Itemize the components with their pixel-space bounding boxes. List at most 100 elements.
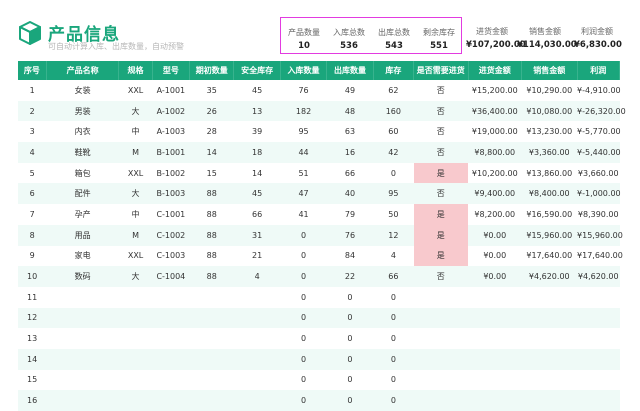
stock-cell[interactable]: 62 bbox=[373, 80, 413, 101]
profit-cell[interactable]: ¥-1,000.00 bbox=[577, 183, 621, 205]
purchase-amount-cell[interactable]: ¥10,200.00 bbox=[468, 163, 521, 184]
profit-cell[interactable]: ¥3,660.00 bbox=[577, 163, 619, 184]
need-restock-cell[interactable]: 否 bbox=[414, 80, 468, 101]
index-cell[interactable]: 11 bbox=[18, 287, 46, 308]
model-cell[interactable] bbox=[152, 370, 189, 391]
out-qty-cell[interactable]: 63 bbox=[327, 121, 373, 142]
initial-qty-cell[interactable]: 26 bbox=[189, 100, 234, 122]
index-cell[interactable]: 14 bbox=[18, 348, 47, 370]
in-qty-cell[interactable]: 0 bbox=[280, 266, 327, 287]
stock-cell[interactable]: 0 bbox=[373, 328, 413, 349]
sales-amount-cell[interactable]: ¥15,960.00 bbox=[521, 224, 578, 246]
stock-cell[interactable]: 0 bbox=[373, 348, 414, 370]
sales-amount-cell[interactable] bbox=[521, 348, 578, 370]
table-row[interactable]: 9 家电 XXL C-1003 88 21 0 84 4 是 ¥0.00 ¥17,640.00 ¥17,… bbox=[18, 245, 623, 267]
spec-cell[interactable]: M bbox=[118, 224, 153, 246]
out-qty-cell[interactable]: 84 bbox=[327, 246, 373, 267]
out-qty-cell[interactable]: 66 bbox=[327, 163, 373, 184]
need-restock-cell[interactable]: 是 bbox=[413, 162, 469, 184]
in-qty-cell[interactable]: 0 bbox=[280, 246, 326, 267]
need-restock-cell[interactable]: 是 bbox=[413, 245, 469, 267]
index-cell[interactable]: 6 bbox=[18, 183, 47, 205]
initial-qty-cell[interactable]: 88 bbox=[190, 204, 234, 225]
in-qty-cell[interactable]: 76 bbox=[280, 80, 326, 101]
initial-qty-cell[interactable] bbox=[190, 370, 234, 391]
profit-cell[interactable]: ¥8,390.00 bbox=[577, 204, 619, 225]
spec-cell[interactable]: 大 bbox=[118, 100, 153, 122]
initial-qty-cell[interactable] bbox=[190, 287, 234, 308]
product-name-cell[interactable]: 箱包 bbox=[46, 163, 119, 184]
need-restock-cell[interactable]: 否 bbox=[413, 183, 469, 205]
index-cell[interactable]: 2 bbox=[18, 100, 47, 122]
table-row[interactable]: 3 内衣中 A-1003 28 39 95 63 60 否 ¥19,000.00 ¥13,230.0… bbox=[18, 121, 621, 142]
col-out-qty-header[interactable]: 出库数量 bbox=[326, 61, 374, 80]
index-cell[interactable]: 12 bbox=[18, 307, 47, 329]
safety-stock-cell[interactable]: 13 bbox=[233, 100, 281, 122]
need-restock-cell[interactable]: 否 bbox=[414, 121, 468, 142]
model-cell[interactable]: B-1003 bbox=[152, 183, 190, 205]
profit-cell[interactable] bbox=[577, 328, 619, 349]
model-cell[interactable]: C-1001 bbox=[152, 204, 189, 225]
table-row[interactable]: 4 鞋靴 M B-1001 14 18 44 16 42 否 ¥8,800.00 ¥3,360.00 ¥… bbox=[18, 142, 621, 163]
purchase-amount-cell[interactable]: ¥0.00 bbox=[468, 266, 522, 287]
table-row[interactable]: 15 0 0 0 bbox=[18, 370, 620, 391]
model-cell[interactable]: C-1003 bbox=[152, 246, 189, 267]
model-cell[interactable]: A-1003 bbox=[152, 121, 189, 142]
purchase-amount-cell[interactable] bbox=[468, 307, 522, 329]
sales-amount-cell[interactable] bbox=[522, 370, 578, 391]
out-qty-cell[interactable]: 49 bbox=[327, 80, 373, 101]
spec-cell[interactable]: XXL bbox=[119, 163, 152, 184]
initial-qty-cell[interactable]: 88 bbox=[189, 183, 234, 205]
need-restock-cell[interactable] bbox=[414, 287, 468, 308]
col-in-qty-header[interactable]: 入库数量 bbox=[280, 61, 328, 80]
out-qty-cell[interactable]: 0 bbox=[326, 307, 374, 329]
sales-amount-cell[interactable]: ¥3,360.00 bbox=[521, 142, 578, 163]
col-index-header[interactable]: 序号 bbox=[18, 61, 47, 80]
in-qty-cell[interactable]: 0 bbox=[280, 224, 327, 246]
stock-cell[interactable]: 12 bbox=[373, 224, 414, 246]
profit-cell[interactable]: ¥-5,770.00 bbox=[577, 121, 621, 142]
safety-stock-cell[interactable] bbox=[234, 328, 280, 349]
spec-cell[interactable] bbox=[119, 370, 152, 391]
index-cell[interactable]: 5 bbox=[18, 163, 46, 184]
in-qty-cell[interactable]: 0 bbox=[280, 370, 326, 391]
stock-cell[interactable]: 50 bbox=[373, 204, 413, 225]
col-stock-header[interactable]: 库存 bbox=[373, 61, 415, 80]
purchase-amount-cell[interactable]: ¥9,400.00 bbox=[468, 183, 522, 205]
profit-cell[interactable]: ¥-5,440.00 bbox=[577, 142, 621, 163]
table-row[interactable]: 12 0 0 0 bbox=[18, 307, 620, 329]
table-row[interactable]: 10 数码大 C-1004 88 4 0 22 66 否 ¥0.00 ¥4,620.00 ¥4,620… bbox=[18, 266, 620, 287]
stock-cell[interactable]: 95 bbox=[373, 183, 414, 205]
need-restock-cell[interactable]: 否 bbox=[413, 266, 469, 287]
in-qty-cell[interactable]: 51 bbox=[280, 163, 326, 184]
in-qty-cell[interactable]: 41 bbox=[280, 204, 326, 225]
table-row[interactable]: 8 用品 M C-1002 88 31 0 76 12 是 ¥0.00 ¥15,960.00 ¥15,9… bbox=[18, 224, 623, 246]
model-cell[interactable]: C-1002 bbox=[152, 224, 190, 246]
stock-cell[interactable]: 4 bbox=[373, 246, 413, 267]
product-name-cell[interactable]: 配件 bbox=[46, 183, 119, 205]
product-name-cell[interactable] bbox=[46, 307, 119, 329]
safety-stock-cell[interactable] bbox=[233, 307, 281, 329]
initial-qty-cell[interactable] bbox=[189, 307, 234, 329]
model-cell[interactable]: B-1002 bbox=[152, 163, 189, 184]
sales-amount-cell[interactable]: ¥16,590.00 bbox=[522, 204, 578, 225]
safety-stock-cell[interactable] bbox=[234, 370, 280, 391]
purchase-amount-cell[interactable] bbox=[468, 348, 522, 370]
model-cell[interactable]: B-1001 bbox=[152, 142, 190, 163]
product-name-cell[interactable]: 家电 bbox=[46, 246, 119, 267]
model-cell[interactable]: A-1001 bbox=[152, 80, 189, 101]
index-cell[interactable]: 4 bbox=[18, 142, 47, 163]
safety-stock-cell[interactable]: 4 bbox=[233, 266, 281, 287]
need-restock-cell[interactable] bbox=[413, 348, 469, 370]
initial-qty-cell[interactable]: 88 bbox=[189, 266, 234, 287]
col-safety-stock-header[interactable]: 安全库存 bbox=[233, 61, 281, 80]
stock-cell[interactable]: 0 bbox=[373, 370, 413, 391]
stock-cell[interactable]: 160 bbox=[373, 100, 414, 122]
model-cell[interactable] bbox=[152, 328, 189, 349]
spec-cell[interactable] bbox=[119, 328, 152, 349]
index-cell[interactable]: 1 bbox=[18, 80, 46, 101]
index-cell[interactable]: 10 bbox=[18, 266, 47, 287]
product-name-cell[interactable]: 女装 bbox=[46, 80, 119, 101]
safety-stock-cell[interactable]: 31 bbox=[233, 224, 281, 246]
product-name-cell[interactable] bbox=[46, 328, 119, 349]
